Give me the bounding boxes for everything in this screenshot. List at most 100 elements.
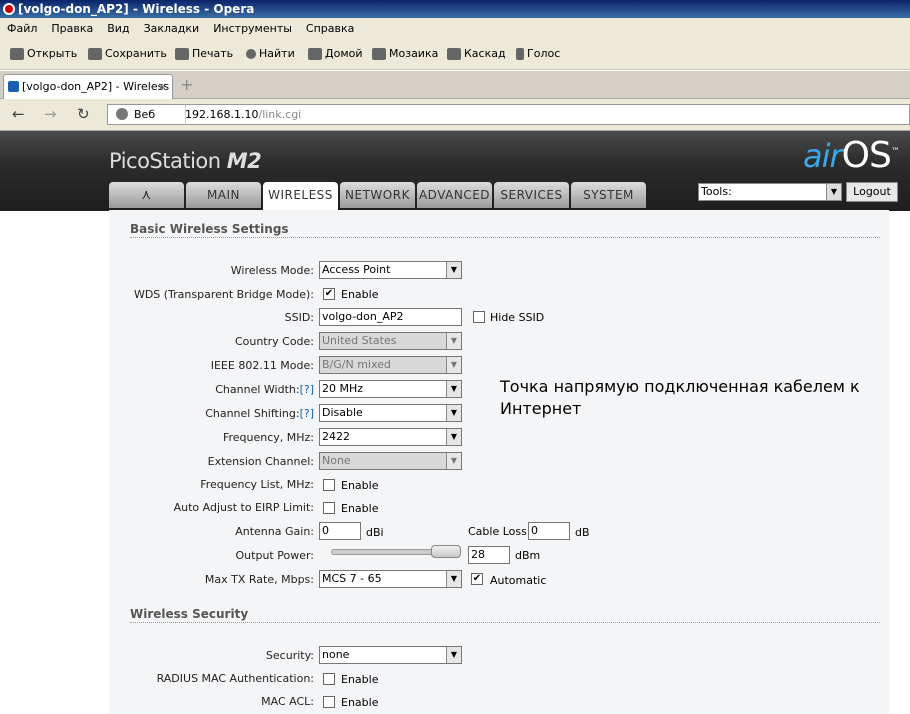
product-name: PicoStation M2 (109, 149, 262, 173)
antenna-unit: dBi (366, 526, 384, 539)
hide-ssid-checkbox[interactable] (473, 311, 485, 323)
help-link[interactable]: [?] (300, 407, 314, 420)
output-power-input[interactable]: 28 (468, 546, 510, 564)
extension-channel-label: Extension Channel: (207, 455, 314, 468)
basic-settings-title: Basic Wireless Settings (130, 222, 289, 236)
frequency-list-label: Frequency List, MHz: (200, 478, 314, 491)
url-text: 192.168.1.10/link.cgi (185, 108, 302, 121)
toolbar: Открыть Сохранить Печать Найти Домой Моз… (0, 40, 910, 70)
tab-ubnt-logo[interactable]: ⋏ (109, 182, 184, 208)
chevron-down-icon: ▼ (826, 184, 841, 200)
open-button[interactable]: Открыть (10, 47, 77, 60)
channel-shifting-select[interactable]: Disable ▼ (319, 404, 462, 422)
wds-label: WDS (Transparent Bridge Mode): (133, 288, 314, 301)
automatic-checkbox[interactable]: ✔ (471, 573, 483, 585)
help-link[interactable]: [?] (300, 383, 314, 396)
eirp-label: Auto Adjust to EIRP Limit: (173, 501, 314, 514)
globe-icon (116, 108, 128, 120)
save-button[interactable]: Сохранить (88, 47, 167, 60)
reload-icon[interactable]: ↻ (77, 105, 90, 123)
max-tx-rate-select[interactable]: MCS 7 - 65 ▼ (319, 570, 462, 588)
radius-mac-checkbox[interactable] (323, 673, 335, 685)
home-button[interactable]: Домой (308, 47, 363, 60)
chevron-down-icon: ▼ (446, 647, 461, 663)
frequency-select[interactable]: 2422 ▼ (319, 428, 462, 446)
antenna-gain-label: Antenna Gain: (235, 525, 314, 538)
output-power-slider-handle[interactable] (431, 545, 461, 558)
wds-checkbox[interactable]: ✔ (323, 288, 335, 300)
annotation-note: Точка напрямую подключенная кабелем к Ин… (500, 377, 860, 418)
print-button[interactable]: Печать (175, 47, 233, 60)
menu-file[interactable]: Файл (0, 18, 44, 40)
address-bar: ← → ↻ Веб 192.168.1.10/link.cgi (0, 99, 910, 131)
close-tab-icon[interactable]: × (158, 75, 167, 98)
search-icon (246, 48, 256, 59)
chevron-down-icon: ▼ (446, 571, 461, 587)
tab-wireless[interactable]: WIRELESS (263, 182, 338, 211)
rss-icon (8, 81, 19, 92)
logout-button[interactable]: Logout (846, 182, 898, 202)
ssid-label: SSID: (284, 311, 314, 324)
output-power-unit: dBm (515, 549, 541, 562)
mac-acl-checkbox[interactable] (323, 696, 335, 708)
chevron-down-icon: ▼ (446, 262, 461, 278)
tab-main[interactable]: MAIN (186, 182, 261, 208)
tab-system[interactable]: SYSTEM (571, 182, 646, 208)
frequency-list-checkbox[interactable] (323, 479, 335, 491)
country-code-select: United States ▼ (319, 332, 462, 350)
browser-tab[interactable]: [volgo-don_AP2] - Wireless × (3, 74, 173, 99)
airos-logo: airOS™ (803, 135, 900, 176)
ssid-input[interactable]: volgo-don_AP2 (319, 308, 462, 326)
cascade-icon (447, 47, 461, 60)
antenna-gain-input[interactable]: 0 (319, 522, 361, 540)
wireless-mode-select[interactable]: Access Point ▼ (319, 261, 462, 279)
microphone-icon (516, 47, 524, 60)
tab-network[interactable]: NETWORK (340, 182, 415, 208)
eirp-checkbox[interactable] (323, 502, 335, 514)
cascade-button[interactable]: Каскад (447, 47, 506, 60)
security-select[interactable]: none ▼ (319, 646, 462, 664)
chevron-down-icon: ▼ (446, 405, 461, 421)
wds-enable-label: Enable (341, 288, 379, 301)
menu-view[interactable]: Вид (100, 18, 136, 40)
voice-button[interactable]: Голос (516, 47, 560, 60)
tab-services[interactable]: SERVICES (494, 182, 569, 208)
channel-width-label: Channel Width:[?] (215, 383, 314, 396)
back-arrow-icon[interactable]: ← (12, 105, 25, 123)
chevron-down-icon: ▼ (446, 357, 461, 373)
cable-loss-input[interactable]: 0 (528, 522, 570, 540)
tab-bar: [volgo-don_AP2] - Wireless × + (0, 71, 910, 99)
frequency-label: Frequency, MHz: (222, 431, 314, 444)
chevron-down-icon: ▼ (446, 381, 461, 397)
ieee-mode-label: IEEE 802.11 Mode: (210, 359, 314, 372)
new-tab-button[interactable]: + (180, 75, 193, 94)
divider (130, 237, 880, 238)
forward-arrow-icon[interactable]: → (44, 105, 57, 123)
wireless-security-title: Wireless Security (130, 607, 249, 621)
tile-icon (372, 47, 386, 60)
mosaic-button[interactable]: Мозаика (372, 47, 438, 60)
channel-shifting-label: Channel Shifting:[?] (205, 407, 314, 420)
find-button[interactable]: Найти (246, 47, 295, 60)
menu-tools[interactable]: Инструменты (206, 18, 299, 40)
ieee-mode-select: B/G/N mixed ▼ (319, 356, 462, 374)
divider (130, 622, 880, 623)
max-tx-rate-label: Max TX Rate, Mbps: (204, 573, 314, 586)
hide-ssid-label: Hide SSID (490, 311, 545, 324)
url-field[interactable]: Веб 192.168.1.10/link.cgi (107, 104, 910, 125)
menu-edit[interactable]: Правка (44, 18, 100, 40)
chevron-down-icon: ▼ (446, 333, 461, 349)
chevron-down-icon: ▼ (446, 453, 461, 469)
frequency-list-enable-label: Enable (341, 479, 379, 492)
web-label: Веб (116, 105, 186, 124)
security-label: Security: (265, 649, 314, 662)
channel-width-select[interactable]: 20 MHz ▼ (319, 380, 462, 398)
menu-bookmarks[interactable]: Закладки (137, 18, 207, 40)
tab-advanced[interactable]: ADVANCED (417, 182, 492, 208)
radius-mac-enable-label: Enable (341, 673, 379, 686)
eirp-enable-label: Enable (341, 502, 379, 515)
menubar: Файл Правка Вид Закладки Инструменты Справка (0, 18, 910, 40)
menu-help[interactable]: Справка (299, 18, 361, 40)
country-code-label: Country Code: (234, 335, 314, 348)
tools-select[interactable]: Tools: ▼ (698, 183, 842, 201)
